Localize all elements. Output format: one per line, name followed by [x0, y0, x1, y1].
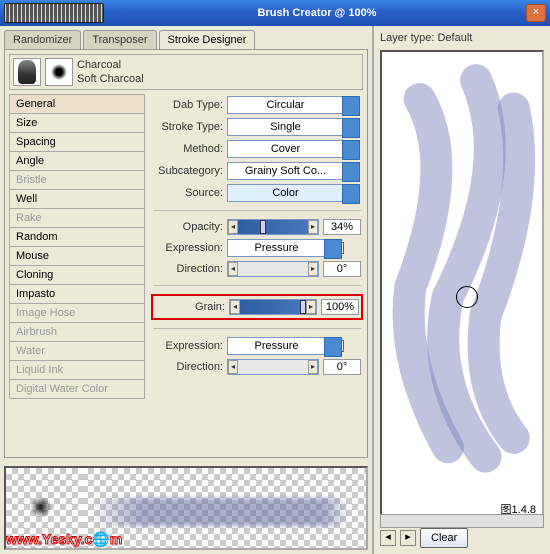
category-item-well[interactable]: Well	[9, 189, 145, 209]
category-item-spacing[interactable]: Spacing	[9, 132, 145, 152]
expression2-label: Expression:	[153, 340, 223, 352]
expression2-combo[interactable]: Pressure	[227, 337, 326, 355]
category-list: GeneralSizeSpacingAngleBristleWellRakeRa…	[9, 94, 145, 453]
category-item-water: Water	[9, 341, 145, 361]
direction1-label: Direction:	[153, 263, 223, 275]
watermark: www.Yesky.c🌐m	[6, 531, 122, 548]
category-item-digital-water-color: Digital Water Color	[9, 379, 145, 399]
brush-variant-icon[interactable]	[45, 58, 73, 86]
brush-category-label: Charcoal	[77, 58, 144, 72]
tabs: Randomizer Transposer Stroke Designer	[0, 26, 372, 49]
subcategory-combo[interactable]: Grainy Soft Co...	[227, 162, 344, 180]
tab-transposer[interactable]: Transposer	[83, 30, 156, 49]
dab-type-combo[interactable]: Circular	[227, 96, 344, 114]
source-label: Source:	[153, 187, 223, 199]
category-item-general[interactable]: General	[9, 94, 145, 114]
grain-label: Grain:	[155, 301, 225, 313]
brush-category-icon[interactable]	[13, 58, 41, 86]
close-button[interactable]: ×	[526, 4, 546, 22]
dab-type-label: Dab Type:	[153, 99, 223, 111]
clear-button[interactable]: Clear	[420, 528, 468, 548]
direction2-label: Direction:	[153, 361, 223, 373]
nav-prev[interactable]: ◂	[380, 530, 396, 546]
direction2-value: 0°	[323, 359, 361, 375]
category-item-random[interactable]: Random	[9, 227, 145, 247]
stroke-type-combo[interactable]: Single	[227, 118, 344, 136]
tab-stroke-designer[interactable]: Stroke Designer	[159, 30, 256, 49]
canvas-preview[interactable]: 图1.4.8	[380, 50, 544, 524]
method-combo[interactable]: Cover	[227, 140, 344, 158]
opacity-slider[interactable]: ◂▸	[227, 219, 319, 235]
grain-value[interactable]: 100%	[321, 299, 359, 315]
category-item-angle[interactable]: Angle	[9, 151, 145, 171]
expression1-combo[interactable]: Pressure	[227, 239, 326, 257]
stroke-type-label: Stroke Type:	[153, 121, 223, 133]
opacity-label: Opacity:	[153, 221, 223, 233]
horizontal-scrollbar[interactable]	[380, 514, 544, 528]
subcategory-label: Subcategory:	[153, 165, 223, 177]
ruler-icon	[4, 3, 104, 23]
title-bar: Brush Creator @ 100% ×	[0, 0, 550, 26]
method-label: Method:	[153, 143, 223, 155]
category-item-rake: Rake	[9, 208, 145, 228]
expression1-label: Expression:	[153, 242, 223, 254]
source-combo[interactable]: Color	[227, 184, 344, 202]
layer-type-label: Layer type: Default	[380, 32, 544, 44]
cursor-brush-outline	[456, 286, 478, 308]
brush-header: Charcoal Soft Charcoal	[9, 54, 363, 90]
grain-slider[interactable]: ◂▸	[229, 299, 317, 315]
category-item-image-hose: Image Hose	[9, 303, 145, 323]
category-item-size[interactable]: Size	[9, 113, 145, 133]
stroke-sample	[82, 468, 366, 548]
category-item-cloning[interactable]: Cloning	[9, 265, 145, 285]
window-title: Brush Creator @ 100%	[112, 7, 522, 19]
tab-randomizer[interactable]: Randomizer	[4, 30, 81, 49]
brush-variant-label: Soft Charcoal	[77, 72, 144, 86]
opacity-value[interactable]: 34%	[323, 219, 361, 235]
category-item-airbrush: Airbrush	[9, 322, 145, 342]
category-item-impasto[interactable]: Impasto	[9, 284, 145, 304]
category-item-liquid-ink: Liquid Ink	[9, 360, 145, 380]
category-item-mouse[interactable]: Mouse	[9, 246, 145, 266]
direction1-slider: ◂▸	[227, 261, 319, 277]
direction2-slider: ◂▸	[227, 359, 319, 375]
nav-next[interactable]: ▸	[400, 530, 416, 546]
direction1-value: 0°	[323, 261, 361, 277]
category-item-bristle: Bristle	[9, 170, 145, 190]
